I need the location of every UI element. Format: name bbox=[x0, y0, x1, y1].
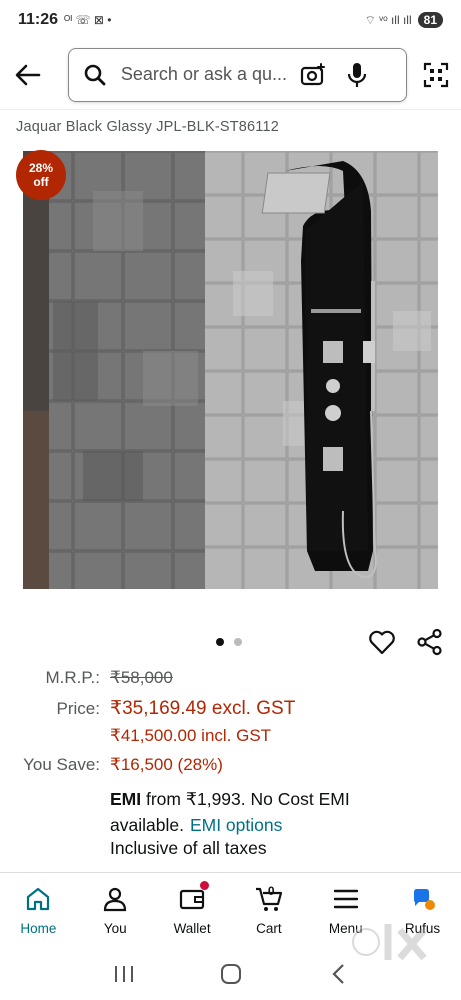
savings-label: You Save: bbox=[23, 755, 100, 774]
nav-home[interactable]: Home bbox=[0, 873, 77, 947]
status-right: ⌔ ᵛᵒ ıll ıll 81 bbox=[365, 12, 443, 28]
emi-options-link[interactable]: EMI options bbox=[190, 815, 282, 835]
product-title[interactable]: Jaquar Black Glassy JPL-BLK-ST86112 bbox=[16, 119, 279, 135]
search-input[interactable] bbox=[120, 64, 291, 85]
back-arrow-icon bbox=[15, 64, 41, 85]
home-circle-icon[interactable] bbox=[216, 959, 246, 989]
search-header bbox=[0, 40, 461, 110]
status-bar: 11:26 ᴼᴵ ☏ ⊠ • ⌔ ᵛᵒ ıll ıll 81 bbox=[0, 0, 461, 40]
discount-off: off bbox=[33, 175, 49, 189]
share-icon[interactable] bbox=[416, 628, 444, 656]
search-box[interactable] bbox=[67, 47, 408, 102]
nav-you[interactable]: You bbox=[77, 873, 154, 947]
olx-watermark-logo bbox=[348, 916, 430, 968]
menu-icon bbox=[332, 885, 360, 913]
price-label: Price: bbox=[56, 699, 100, 718]
nav-wallet[interactable]: Wallet bbox=[154, 873, 231, 947]
user-icon bbox=[101, 885, 129, 913]
savings-value: ₹16,500 (28%) bbox=[110, 755, 223, 774]
back-button[interactable] bbox=[10, 57, 46, 93]
cart-icon: 0 bbox=[255, 884, 283, 913]
search-icon bbox=[81, 61, 109, 89]
carousel-dot[interactable] bbox=[234, 638, 242, 646]
nav-you-label: You bbox=[103, 921, 127, 936]
notification-icons: ᴼᴵ ☏ ⊠ • bbox=[64, 13, 112, 27]
price-section: M.R.P.: ₹58,000 Price: ₹35,169.49 excl. … bbox=[0, 668, 461, 784]
recent-apps-icon[interactable] bbox=[109, 959, 139, 989]
nav-wallet-label: Wallet bbox=[173, 921, 211, 936]
nav-cart-label: Cart bbox=[256, 921, 282, 936]
tax-note: Inclusive of all taxes bbox=[110, 838, 267, 858]
carousel-dot-active[interactable] bbox=[216, 638, 224, 646]
mrp-row: M.R.P.: ₹58,000 bbox=[0, 668, 461, 697]
nav-cart[interactable]: 0 Cart bbox=[230, 873, 307, 947]
emi-block: EMI from ₹1,993. No Cost EMI available. E… bbox=[110, 786, 440, 838]
product-image[interactable] bbox=[23, 151, 438, 589]
camera-lens-icon[interactable] bbox=[299, 61, 327, 89]
price-incl-gst: ₹41,500.00 incl. GST bbox=[110, 726, 272, 745]
qr-scan-icon[interactable] bbox=[421, 60, 451, 90]
savings-row: You Save: ₹16,500 (28%) bbox=[0, 755, 461, 784]
mrp-value: ₹58,000 bbox=[110, 668, 173, 687]
home-icon bbox=[24, 885, 52, 913]
emi-label: EMI bbox=[110, 789, 142, 809]
status-time: 11:26 bbox=[18, 11, 59, 28]
battery-indicator: 81 bbox=[417, 12, 443, 28]
microphone-icon[interactable] bbox=[343, 61, 371, 89]
discount-badge: 28% off bbox=[16, 150, 66, 200]
signal-icons: ⌔ ᵛᵒ ıll ıll bbox=[364, 12, 412, 27]
discount-percent: 28% bbox=[28, 161, 54, 175]
nav-home-label: Home bbox=[20, 921, 57, 936]
mrp-label: M.R.P.: bbox=[45, 668, 100, 687]
rufus-icon bbox=[409, 885, 437, 913]
heart-icon[interactable] bbox=[368, 628, 396, 656]
price-incl-row: ₹41,500.00 incl. GST bbox=[0, 726, 461, 755]
cart-count: 0 bbox=[267, 884, 275, 898]
price-row: Price: ₹35,169.49 excl. GST bbox=[0, 697, 461, 726]
wallet-notification-dot bbox=[200, 881, 210, 890]
price-excl-gst: ₹35,169.49 excl. GST bbox=[110, 698, 296, 719]
carousel-dots[interactable] bbox=[216, 638, 242, 646]
status-left: 11:26 ᴼᴵ ☏ ⊠ • bbox=[18, 11, 111, 29]
